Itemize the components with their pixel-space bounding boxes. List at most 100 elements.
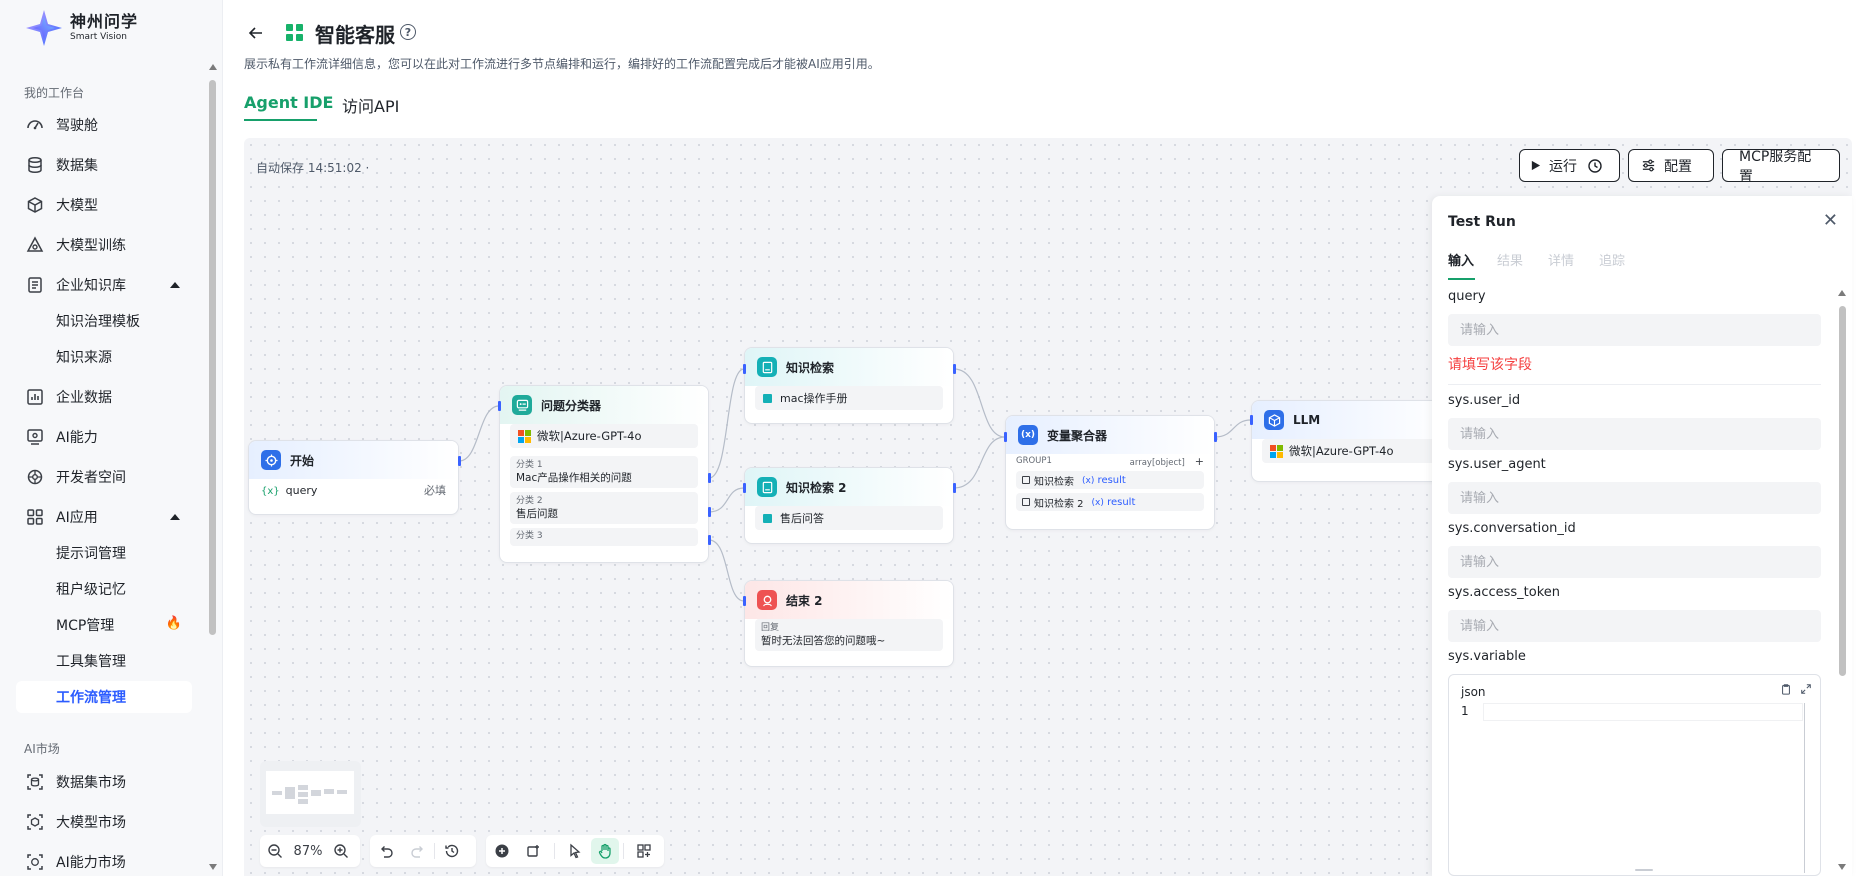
json-editor[interactable]: json 1	[1448, 674, 1821, 876]
tab-agent-ide[interactable]: Agent IDE	[244, 93, 333, 112]
back-button[interactable]	[243, 20, 269, 46]
aggregator-input-port[interactable]	[1004, 432, 1007, 442]
collapse-icon[interactable]	[170, 514, 180, 520]
sidebar-sub-mcp[interactable]: MCP管理 🔥	[16, 609, 192, 641]
classifier-input-port[interactable]	[498, 401, 501, 411]
logo[interactable]: 神州问学 Smart Vision	[24, 8, 138, 48]
sidebar-sub-knowledge-source[interactable]: 知识来源	[16, 341, 192, 373]
conversation-id-input[interactable]	[1448, 546, 1821, 578]
field-label-user-agent: sys.user_agent	[1448, 457, 1546, 472]
scroll-down-icon[interactable]	[1838, 864, 1846, 870]
sidebar-item-developer[interactable]: 开发者空间	[16, 461, 192, 493]
close-icon[interactable]: ✕	[1823, 210, 1838, 231]
redo-icon[interactable]	[402, 835, 434, 867]
pointer-icon[interactable]	[559, 835, 591, 867]
page-description: 展示私有工作流详细信息，您可以在此对工作流进行多节点编排和运行，编排好的工作流配…	[244, 57, 880, 71]
tab-access-api[interactable]: 访问API	[342, 93, 399, 117]
chart-icon	[26, 388, 44, 406]
classifier-model[interactable]: 微软|Azure-GPT-4o	[510, 424, 698, 448]
node-end-2[interactable]: 结束 2 回复 暂时无法回答您的问题哦~	[744, 580, 954, 667]
start-output-port[interactable]	[458, 456, 461, 466]
node-llm[interactable]: LLM 微软|Azure-GPT-4o	[1251, 400, 1451, 482]
query-input[interactable]	[1448, 314, 1821, 346]
history-run-icon[interactable]	[1587, 158, 1603, 174]
sidebar-item-ai-market[interactable]: AI能力市场	[16, 846, 192, 876]
scroll-thumb[interactable]	[1839, 306, 1846, 676]
undo-icon[interactable]	[370, 835, 402, 867]
layout-icon[interactable]	[628, 835, 660, 867]
add-node-icon[interactable]	[486, 835, 518, 867]
tab-input[interactable]: 输入	[1448, 250, 1474, 269]
classifier-output-port-1[interactable]	[708, 473, 711, 483]
zoom-level[interactable]: 87%	[290, 844, 326, 859]
user-agent-input[interactable]	[1448, 482, 1821, 514]
tab-trace[interactable]: 追踪	[1599, 250, 1625, 269]
node-variable-aggregator[interactable]: (x) 变量聚合器 GROUP1 array[object] + 知识检索 (x)…	[1005, 415, 1215, 530]
zoom-in-icon[interactable]	[326, 835, 356, 867]
hand-icon[interactable]	[591, 838, 619, 864]
node-classifier[interactable]: 问题分类器 微软|Azure-GPT-4o 分类 1 Mac产品操作相关的问题 …	[499, 385, 709, 563]
user-id-input[interactable]	[1448, 418, 1821, 450]
sidebar-item-dashboard[interactable]: 驾驶舱	[16, 109, 192, 141]
category-text: Mac产品操作相关的问题	[516, 472, 632, 484]
copy-icon[interactable]	[1780, 683, 1792, 699]
panel-scrollbar[interactable]	[1837, 286, 1848, 876]
scroll-up-icon[interactable]	[209, 64, 217, 70]
tab-detail[interactable]: 详情	[1548, 250, 1574, 269]
config-button[interactable]: 配置	[1628, 149, 1714, 182]
sidebar-item-label: 企业数据	[56, 390, 112, 406]
kb2-input-port[interactable]	[743, 483, 746, 493]
sidebar-sub-prompts[interactable]: 提示词管理	[16, 537, 192, 569]
classifier-output-port-2[interactable]	[708, 507, 711, 517]
book-icon	[763, 513, 772, 523]
sidebar-item-model-market[interactable]: 大模型市场	[16, 806, 192, 838]
sidebar-sub-knowledge-template[interactable]: 知识治理模板	[16, 305, 192, 337]
node-start[interactable]: 开始 {x} query 必填	[248, 440, 459, 515]
scroll-up-icon[interactable]	[1838, 290, 1846, 296]
aggregator-output-port[interactable]	[1214, 432, 1217, 442]
code-line[interactable]	[1483, 703, 1803, 721]
collapse-icon[interactable]	[170, 282, 180, 288]
resize-handle[interactable]	[1635, 869, 1653, 871]
access-token-input[interactable]	[1448, 610, 1821, 642]
sidebar-item-knowledge[interactable]: 企业知识库	[16, 269, 192, 301]
classifier-category-2: 分类 2 售后问题	[510, 492, 698, 524]
zoom-out-icon[interactable]	[260, 835, 290, 867]
sidebar-sub-toolsets[interactable]: 工具集管理	[16, 645, 192, 677]
tab-result[interactable]: 结果	[1497, 250, 1523, 269]
sidebar-item-ai-ability[interactable]: AI能力	[16, 421, 192, 453]
minimap[interactable]	[260, 761, 361, 827]
scroll-down-icon[interactable]	[209, 864, 217, 870]
book-icon	[1022, 498, 1030, 506]
sidebar-item-enterprise-data[interactable]: 企业数据	[16, 381, 192, 413]
kb-source-name: mac操作手册	[780, 392, 848, 405]
history-icon[interactable]	[435, 835, 469, 867]
sidebar-scrollbar[interactable]	[208, 62, 217, 876]
training-icon	[26, 236, 44, 254]
sidebar-sub-workflows[interactable]: 工作流管理	[16, 681, 192, 713]
sidebar-sub-memory[interactable]: 租户级记忆	[16, 573, 192, 605]
classifier-output-port-3[interactable]	[708, 535, 711, 545]
mcp-config-button[interactable]: MCP服务配置	[1722, 149, 1840, 185]
start-node-icon	[261, 450, 281, 470]
kb2-output-port[interactable]	[953, 483, 956, 493]
kb1-output-port[interactable]	[953, 364, 956, 374]
sidebar-item-dataset[interactable]: 数据集	[16, 149, 192, 181]
query-error: 请填写该字段	[1448, 357, 1532, 373]
sidebar-item-training[interactable]: 大模型训练	[16, 229, 192, 261]
scroll-thumb[interactable]	[209, 80, 216, 635]
help-icon[interactable]: ?	[400, 24, 416, 40]
add-note-icon[interactable]	[518, 835, 550, 867]
add-variable-button[interactable]: +	[1195, 455, 1204, 468]
node-knowledge-retrieval-2[interactable]: 知识检索 2 售后问答	[744, 467, 954, 544]
run-button[interactable]: 运行	[1519, 149, 1620, 182]
sidebar-item-dataset-market[interactable]: 数据集市场	[16, 766, 192, 798]
node-knowledge-retrieval-1[interactable]: 知识检索 mac操作手册	[744, 347, 954, 424]
sidebar-item-ai-apps[interactable]: AI应用	[16, 501, 192, 533]
llm-model[interactable]: 微软|Azure-GPT-4o	[1262, 439, 1440, 463]
llm-input-port[interactable]	[1250, 415, 1253, 425]
kb1-input-port[interactable]	[743, 364, 746, 374]
end2-input-port[interactable]	[743, 596, 746, 606]
sidebar-item-models[interactable]: 大模型	[16, 189, 192, 221]
expand-icon[interactable]	[1800, 683, 1812, 699]
